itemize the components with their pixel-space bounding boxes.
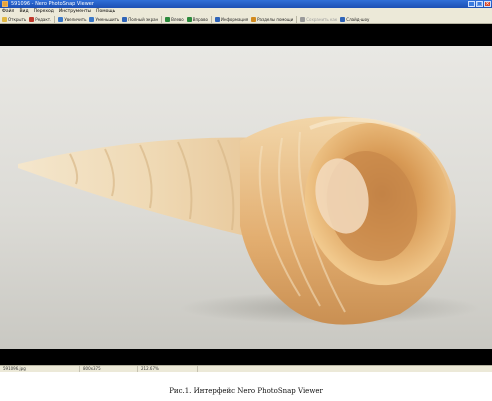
status-dimensions: 800x375 xyxy=(80,366,138,372)
toolbar-button-label: Информация xyxy=(220,16,249,22)
toolbar-button-slideshow[interactable]: Слайд-шоу xyxy=(340,16,369,23)
toolbar-button-label: Увеличить xyxy=(64,16,87,22)
toolbar-button-label: Вправо xyxy=(192,16,208,22)
toolbar-button-label: Влево xyxy=(171,16,184,22)
status-filename: 591096.jpg xyxy=(0,366,80,372)
status-zoom: 212.67% xyxy=(138,366,198,372)
toolbar-button-label: Сохранить как xyxy=(306,16,338,22)
toolbar-button-open-folder[interactable]: Открыть xyxy=(2,16,26,23)
status-bar: 591096.jpg 800x375 212.67% xyxy=(0,365,492,372)
toolbar-button-save: Сохранить как xyxy=(300,16,337,23)
app-window: 591096 - Nero PhotoSnap Viewer _ □ × Фай… xyxy=(0,0,492,372)
shell-photo xyxy=(0,46,492,349)
toolbar-button-label: Полный экран xyxy=(128,16,159,22)
toolbar-separator xyxy=(54,15,56,23)
help-icon xyxy=(251,16,257,22)
open-folder-icon xyxy=(2,16,7,22)
figure-caption: Рис.1. Интерфейс Nero PhotoSnap Viewer xyxy=(169,387,323,395)
toolbar-button-zoom-in[interactable]: Увеличить xyxy=(58,16,86,23)
toolbar-button-label: Редакт. xyxy=(35,16,52,22)
toolbar-separator xyxy=(161,15,163,23)
toolbar-button-label: Разделы помощи xyxy=(257,16,294,22)
toolbar-button-info[interactable]: Информация xyxy=(214,16,249,23)
minimize-button[interactable]: _ xyxy=(468,1,475,7)
menu-go[interactable]: Переход xyxy=(34,9,54,14)
toolbar-button-edit[interactable]: Редакт. xyxy=(29,16,51,23)
slideshow-icon xyxy=(340,16,346,22)
zoom-out-icon xyxy=(89,16,95,22)
toolbar-button-help[interactable]: Разделы помощи xyxy=(251,16,293,23)
close-button[interactable]: × xyxy=(484,1,491,7)
edit-icon xyxy=(29,16,35,22)
toolbar-button-label: Уменьшить xyxy=(95,16,120,22)
image-viewport[interactable] xyxy=(0,25,492,365)
window-controls: _ □ × xyxy=(468,1,491,7)
toolbar-separator xyxy=(296,15,298,23)
toolbar-button-back[interactable]: Влево xyxy=(165,16,184,23)
forward-icon xyxy=(186,16,192,22)
title-bar[interactable]: 591096 - Nero PhotoSnap Viewer _ □ × xyxy=(0,0,492,8)
menu-file[interactable]: Файл xyxy=(2,9,14,14)
app-icon xyxy=(2,1,8,7)
fullscreen-icon xyxy=(122,16,128,22)
toolbar-button-forward[interactable]: Вправо xyxy=(186,16,208,23)
back-icon xyxy=(165,16,171,22)
zoom-in-icon xyxy=(58,16,64,22)
menu-bar: Файл Вид Переход Инструменты Помощь xyxy=(0,8,492,15)
toolbar-button-label: Открыть xyxy=(8,16,27,22)
window-title: 591096 - Nero PhotoSnap Viewer xyxy=(11,1,94,7)
toolbar-button-fullscreen[interactable]: Полный экран xyxy=(122,16,158,23)
toolbar-separator xyxy=(210,15,212,23)
menu-tools[interactable]: Инструменты xyxy=(59,9,91,14)
toolbar: Открыть Редакт. Увеличить Уменьшить Полный э… xyxy=(0,15,492,24)
toolbar-button-zoom-out[interactable]: Уменьшить xyxy=(89,16,119,23)
save-icon xyxy=(300,16,306,22)
menu-view[interactable]: Вид xyxy=(19,9,28,14)
info-icon xyxy=(214,16,220,22)
maximize-button[interactable]: □ xyxy=(476,1,483,7)
toolbar-button-label: Слайд-шоу xyxy=(346,16,370,22)
menu-help[interactable]: Помощь xyxy=(96,9,115,14)
